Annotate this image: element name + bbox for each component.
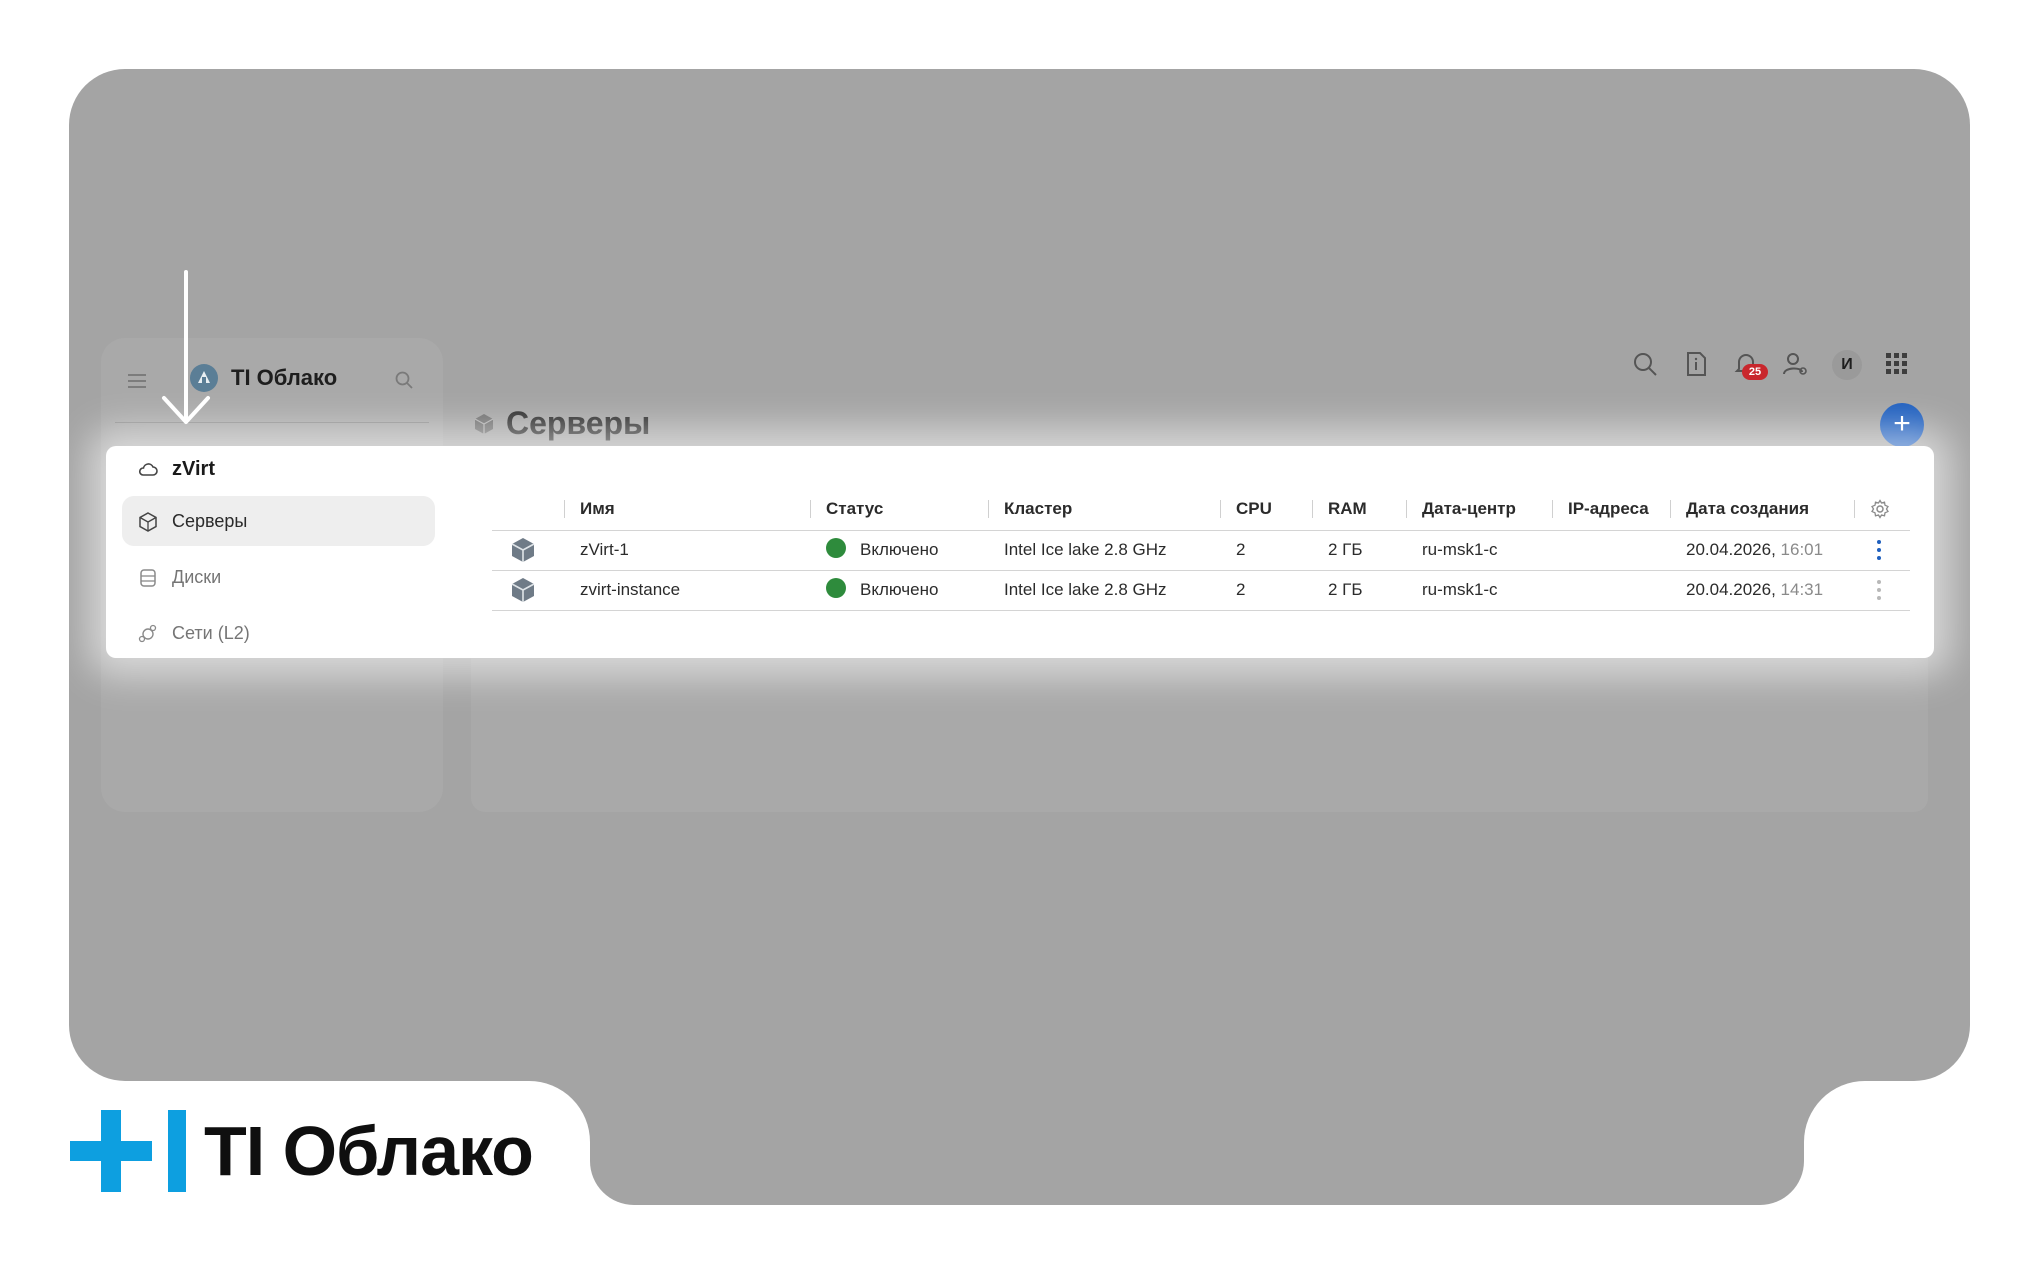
row-icon-cell	[492, 530, 564, 571]
server-ram: 2 ГБ	[1312, 530, 1406, 571]
gear-icon[interactable]	[1870, 499, 1890, 519]
row-icon-cell	[492, 570, 564, 611]
server-status: Включено	[810, 530, 988, 571]
server-name[interactable]: zVirt-1	[564, 530, 810, 571]
row-actions[interactable]	[1854, 570, 1910, 611]
pointer-arrow-icon	[162, 270, 210, 424]
cloud-icon	[138, 463, 158, 476]
servers-table: Имя Статус Кластер CPU RAM Дата-центр IP…	[492, 488, 1910, 611]
sidebar-item-disks[interactable]: Диски	[122, 552, 435, 602]
column-header-icon	[492, 488, 564, 531]
cube-icon	[511, 538, 535, 562]
sidebar-item-label: Сети (L2)	[172, 623, 250, 643]
sidebar-menu: zVirt Серверы Диски Сети (L2)	[112, 446, 442, 658]
page-title: Серверы	[506, 405, 651, 441]
server-created: 20.04.2026, 14:31	[1670, 570, 1854, 611]
server-ram: 2 ГБ	[1312, 570, 1406, 611]
server-ip	[1552, 570, 1670, 611]
server-name[interactable]: zvirt-instance	[564, 570, 810, 611]
brand-plus-logo-icon	[70, 1110, 186, 1192]
status-dot	[826, 538, 846, 559]
column-header-ip[interactable]: IP-адреса	[1552, 488, 1670, 531]
server-status: Включено	[810, 570, 988, 611]
highlight-strip: zVirt Серверы Диски Сети (L2) Имя Статус…	[106, 446, 1934, 658]
more-actions-icon[interactable]	[1870, 537, 1888, 563]
backdrop-corner-right	[1804, 1081, 1865, 1142]
sidebar-item-label: Серверы	[172, 511, 248, 531]
search-icon[interactable]	[394, 370, 414, 390]
column-header-datacenter[interactable]: Дата-центр	[1406, 488, 1552, 531]
cube-icon	[139, 512, 157, 532]
column-header-name[interactable]: Имя	[564, 488, 810, 531]
server-cluster: Intel Ice lake 2.8 GHz	[988, 530, 1220, 571]
backdrop-frame-tab	[590, 1000, 1804, 1205]
network-icon	[138, 624, 157, 643]
search-icon[interactable]	[1631, 350, 1659, 378]
slide-canvas: TI Облако Серверы 25 И + zVirt Серверы Д…	[0, 0, 2028, 1268]
footer-brand-name: TI Облако	[204, 1112, 534, 1190]
status-dot	[826, 578, 846, 599]
column-header-cluster[interactable]: Кластер	[988, 488, 1220, 531]
cube-icon	[474, 414, 494, 434]
column-header-cpu[interactable]: CPU	[1220, 488, 1312, 531]
document-info-icon[interactable]	[1682, 350, 1710, 378]
more-actions-icon[interactable]	[1870, 577, 1888, 603]
server-datacenter: ru-msk1-c	[1406, 570, 1552, 611]
table-row[interactable]: zVirt-1 Включено Intel Ice lake 2.8 GHz …	[492, 530, 1910, 571]
server-created: 20.04.2026, 16:01	[1670, 530, 1854, 571]
server-ip	[1552, 530, 1670, 571]
brand-name: TI Облако	[231, 365, 338, 390]
disk-icon	[140, 569, 156, 587]
user-avatar[interactable]: И	[1832, 350, 1862, 380]
hamburger-menu-icon[interactable]	[128, 373, 146, 389]
add-server-button[interactable]: +	[1880, 403, 1924, 447]
sidebar-section-zvirt[interactable]: zVirt	[122, 446, 435, 496]
column-header-status[interactable]: Статус	[810, 488, 988, 531]
table-header-row: Имя Статус Кластер CPU RAM Дата-центр IP…	[492, 488, 1910, 531]
sidebar-section-label: zVirt	[172, 458, 215, 480]
notification-badge: 25	[1742, 364, 1768, 380]
cube-icon	[511, 578, 535, 602]
backdrop-corner-left	[529, 1081, 590, 1142]
servers-table-card: Имя Статус Кластер CPU RAM Дата-центр IP…	[472, 468, 1930, 658]
server-cpu: 2	[1220, 570, 1312, 611]
sidebar-item-networks[interactable]: Сети (L2)	[122, 608, 435, 658]
sidebar-item-label: Диски	[172, 567, 222, 587]
server-datacenter: ru-msk1-c	[1406, 530, 1552, 571]
column-header-ram[interactable]: RAM	[1312, 488, 1406, 531]
server-cluster: Intel Ice lake 2.8 GHz	[988, 570, 1220, 611]
table-row[interactable]: zvirt-instance Включено Intel Ice lake 2…	[492, 570, 1910, 611]
column-settings[interactable]	[1854, 488, 1910, 531]
user-settings-icon[interactable]	[1781, 350, 1809, 378]
server-cpu: 2	[1220, 530, 1312, 571]
sidebar-item-servers[interactable]: Серверы	[122, 496, 435, 546]
row-actions[interactable]	[1854, 530, 1910, 571]
apps-grid-icon[interactable]	[1883, 350, 1911, 378]
column-header-created[interactable]: Дата создания	[1670, 488, 1854, 531]
